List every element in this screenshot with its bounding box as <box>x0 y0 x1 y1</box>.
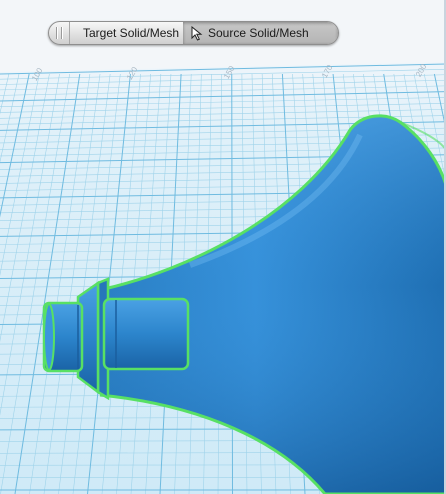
toolbar-grip-handle[interactable] <box>49 22 70 44</box>
target-solid-mesh-label: Target Solid/Mesh <box>83 26 180 40</box>
source-solid-mesh-label: Source Solid/Mesh <box>208 26 309 40</box>
source-solid-mesh-button[interactable]: Source Solid/Mesh <box>183 22 338 44</box>
target-solid-mesh-button[interactable]: Target Solid/Mesh <box>70 22 183 44</box>
cursor-arrow-icon <box>191 25 203 41</box>
selection-toolbar: Target Solid/Mesh Source Solid/Mesh <box>48 21 339 45</box>
tip-cylinder-face <box>43 303 55 371</box>
